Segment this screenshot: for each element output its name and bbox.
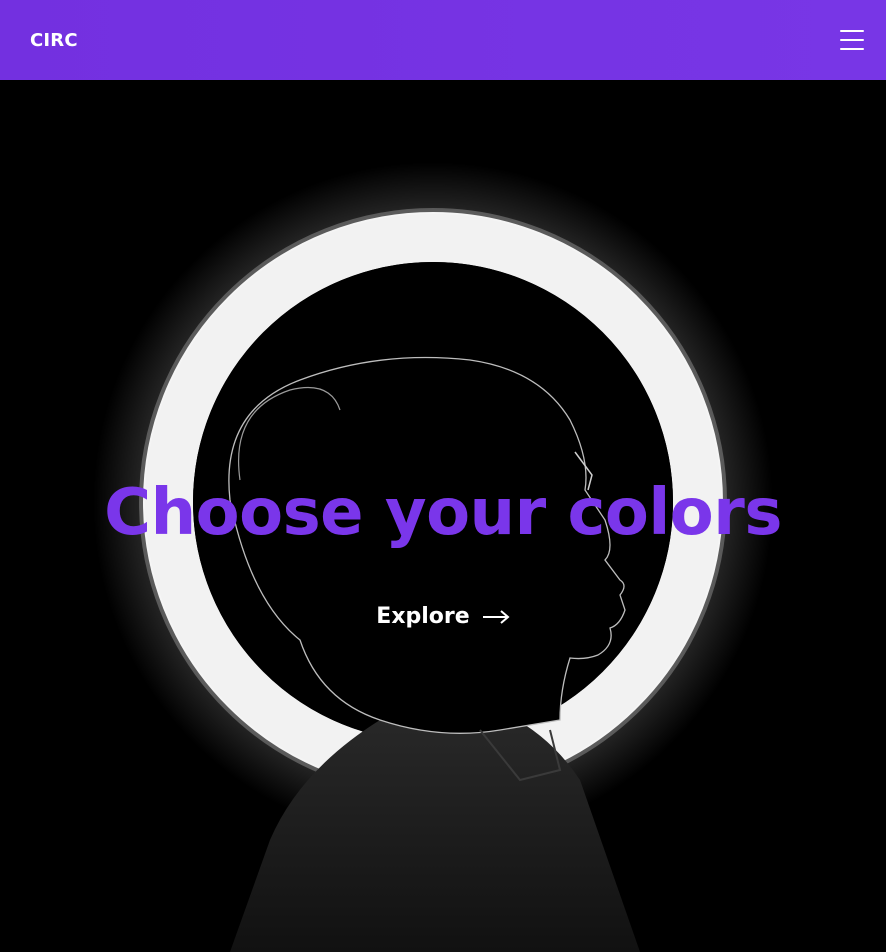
menu-line [840, 48, 864, 50]
arrow-right-icon [482, 609, 510, 625]
explore-cta-row: Explore [0, 604, 886, 629]
menu-line [840, 30, 864, 32]
hero-headline: Choose your colors [104, 476, 782, 550]
explore-button[interactable]: Explore [376, 604, 510, 629]
explore-label: Explore [376, 604, 470, 629]
brand-logo[interactable]: CIRC [30, 30, 78, 51]
hamburger-menu-icon[interactable] [840, 30, 864, 50]
hero-section: Choose your colors Explore [0, 80, 886, 952]
menu-line [840, 39, 864, 41]
top-navbar: CIRC [0, 0, 886, 80]
